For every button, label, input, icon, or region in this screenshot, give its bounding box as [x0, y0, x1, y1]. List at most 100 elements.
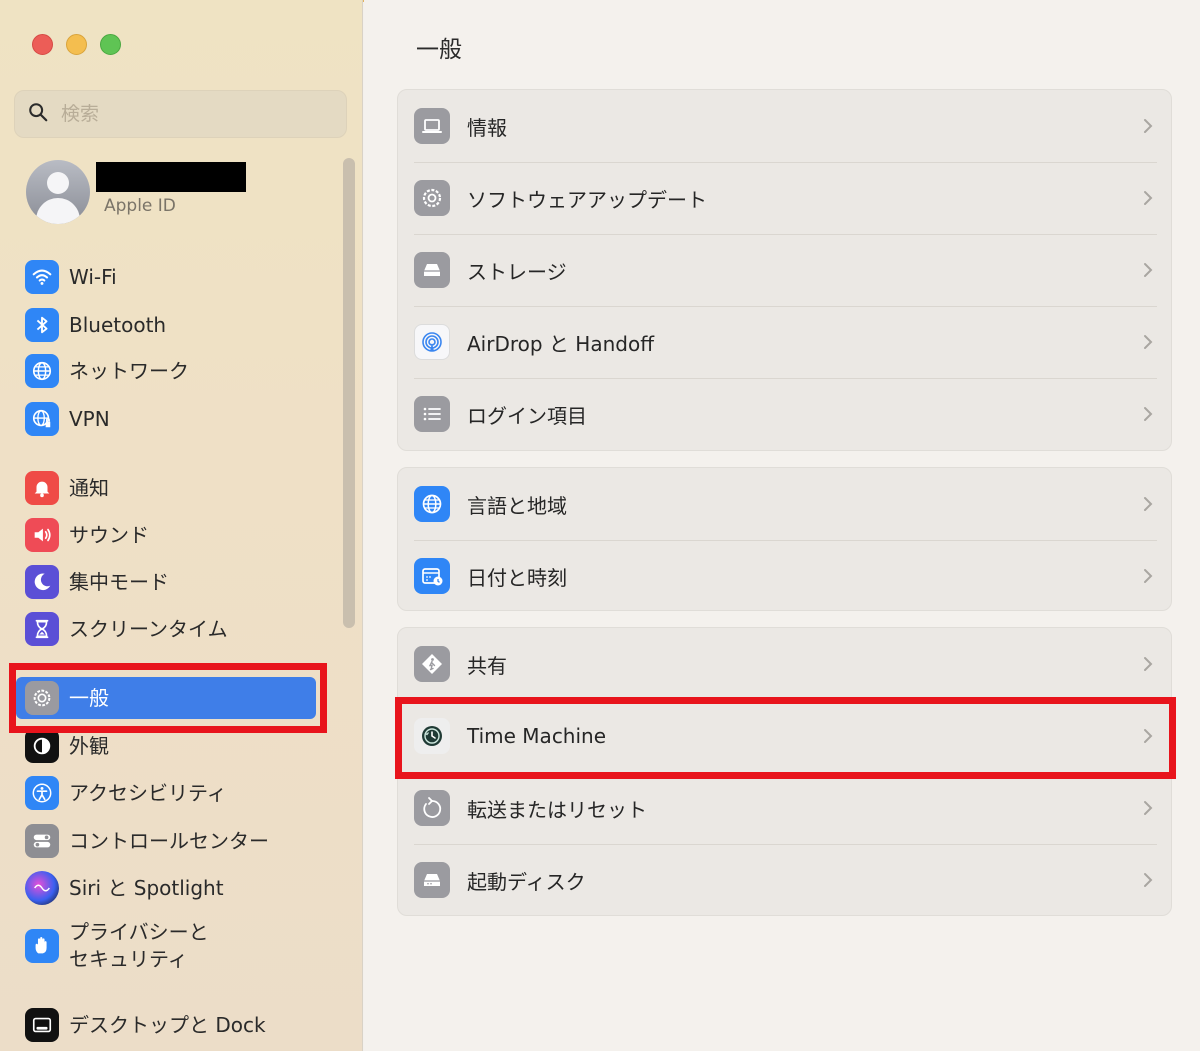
sidebar-item-label: Wi-Fi — [69, 264, 117, 289]
sidebar-item-appearance[interactable]: 外観 — [22, 725, 322, 767]
startup-disk-icon — [414, 862, 450, 898]
chevron-right-icon — [1144, 569, 1153, 583]
row-label: ソフトウェアアップデート — [467, 187, 707, 212]
sidebar-item-general[interactable]: 一般 — [16, 677, 316, 719]
speaker-icon — [25, 518, 59, 552]
row-sharing[interactable]: 共有 — [398, 628, 1173, 700]
chevron-right-icon — [1144, 263, 1153, 277]
row-transfer-reset[interactable]: 転送またはリセット — [398, 772, 1173, 844]
row-login-items[interactable]: ログイン項目 — [398, 378, 1173, 450]
bell-icon — [25, 471, 59, 505]
sidebar-item-label: Bluetooth — [69, 312, 167, 337]
row-label: Time Machine — [467, 724, 607, 748]
row-label: 情報 — [467, 115, 507, 140]
time-machine-icon — [414, 718, 450, 754]
sidebar-item-label: アクセシビリティ — [69, 780, 227, 805]
row-label: 言語と地域 — [467, 493, 567, 518]
sidebar-item-accessibility[interactable]: アクセシビリティ — [22, 772, 322, 814]
close-window-button[interactable] — [32, 34, 53, 55]
row-time-machine[interactable]: Time Machine — [398, 700, 1173, 772]
system-settings-window: Apple ID Wi-Fi Bluetooth — [0, 0, 1200, 1051]
row-label: 共有 — [467, 653, 507, 678]
row-storage[interactable]: ストレージ — [398, 234, 1173, 306]
sidebar-item-control-center[interactable]: コントロールセンター — [22, 820, 322, 862]
hand-icon — [25, 929, 59, 963]
moon-icon — [25, 565, 59, 599]
sidebar-item-label: サウンド — [69, 522, 149, 547]
sidebar-item-screen-time[interactable]: スクリーンタイム — [22, 608, 322, 650]
avatar — [26, 160, 90, 224]
sidebar-item-label-line1: プライバシーと — [69, 920, 209, 944]
row-language-region[interactable]: 言語と地域 — [398, 468, 1173, 540]
settings-group-locale: 言語と地域 日付と時刻 — [397, 467, 1172, 611]
chevron-right-icon — [1144, 497, 1153, 511]
sidebar-item-label: 通知 — [69, 475, 109, 500]
reset-icon — [414, 790, 450, 826]
chevron-right-icon — [1144, 335, 1153, 349]
chevron-right-icon — [1144, 657, 1153, 671]
chevron-right-icon — [1144, 801, 1153, 815]
sidebar-item-network[interactable]: ネットワーク — [22, 350, 322, 392]
storage-icon — [414, 252, 450, 288]
sidebar-item-wifi[interactable]: Wi-Fi — [22, 256, 322, 298]
row-label: 日付と時刻 — [467, 565, 567, 590]
zoom-window-button[interactable] — [100, 34, 121, 55]
sidebar-item-label: 集中モード — [69, 569, 169, 594]
search-icon — [27, 101, 49, 127]
chevron-right-icon — [1144, 119, 1153, 133]
row-label: 起動ディスク — [467, 869, 586, 894]
sidebar-item-focus[interactable]: 集中モード — [22, 561, 322, 603]
search-field[interactable] — [14, 90, 347, 138]
software-update-icon — [414, 180, 450, 216]
row-about[interactable]: 情報 — [398, 90, 1173, 162]
redacted-account-name — [96, 162, 246, 192]
chevron-right-icon — [1144, 407, 1153, 421]
apple-id-label: Apple ID — [104, 196, 176, 216]
sidebar-item-privacy-security[interactable]: プライバシーと セキュリティ — [22, 914, 322, 978]
page-title: 一般 — [416, 37, 462, 63]
vpn-globe-icon — [25, 402, 59, 436]
row-date-time[interactable]: 日付と時刻 — [398, 540, 1173, 612]
settings-group-about: 情報 ソフトウェアアップデート ストレージ AirDrop と Handoff … — [397, 89, 1172, 451]
row-startup-disk[interactable]: 起動ディスク — [398, 844, 1173, 916]
language-globe-icon — [414, 486, 450, 522]
sidebar-item-label-line2: セキュリティ — [69, 947, 188, 971]
row-label: AirDrop と Handoff — [467, 331, 654, 356]
bluetooth-icon — [25, 308, 59, 342]
sidebar-item-label: 一般 — [69, 685, 109, 710]
minimize-window-button[interactable] — [66, 34, 87, 55]
sidebar-scrollbar[interactable] — [343, 158, 355, 628]
chevron-right-icon — [1144, 873, 1153, 887]
sidebar-item-label: 外観 — [69, 733, 109, 758]
chevron-right-icon — [1144, 191, 1153, 205]
globe-icon — [25, 354, 59, 388]
sidebar-item-sound[interactable]: サウンド — [22, 514, 322, 556]
hourglass-icon — [25, 612, 59, 646]
appearance-icon — [25, 729, 59, 763]
sidebar-item-notifications[interactable]: 通知 — [22, 467, 322, 509]
row-label: ストレージ — [467, 259, 567, 284]
settings-group-system: 共有 Time Machine 転送またはリセット 起動ディスク — [397, 627, 1172, 916]
row-software-update[interactable]: ソフトウェアアップデート — [398, 162, 1173, 234]
sidebar-item-label: スクリーンタイム — [69, 616, 228, 641]
sidebar-item-siri-spotlight[interactable]: Siri と Spotlight — [22, 867, 322, 909]
sharing-icon — [414, 646, 450, 682]
wifi-icon — [25, 260, 59, 294]
sidebar-item-vpn[interactable]: VPN — [22, 398, 322, 440]
sidebar-item-desktop-dock[interactable]: デスクトップと Dock — [22, 1004, 322, 1046]
sidebar-item-bluetooth[interactable]: Bluetooth — [22, 304, 322, 346]
accessibility-icon — [25, 776, 59, 810]
apple-id-account[interactable]: Apple ID — [26, 160, 346, 226]
search-input[interactable] — [61, 103, 321, 125]
sidebar-item-label: Siri と Spotlight — [69, 875, 224, 900]
chevron-right-icon — [1144, 729, 1153, 743]
sidebar-item-label: ネットワーク — [69, 358, 189, 383]
row-airdrop-handoff[interactable]: AirDrop と Handoff — [398, 306, 1173, 378]
laptop-icon — [414, 108, 450, 144]
gear-icon — [25, 681, 59, 715]
sidebar-item-label: プライバシーと セキュリティ — [69, 919, 209, 973]
calendar-clock-icon — [414, 558, 450, 594]
sidebar-item-label: デスクトップと Dock — [69, 1012, 266, 1037]
toggles-icon — [25, 824, 59, 858]
window-controls — [32, 34, 121, 55]
